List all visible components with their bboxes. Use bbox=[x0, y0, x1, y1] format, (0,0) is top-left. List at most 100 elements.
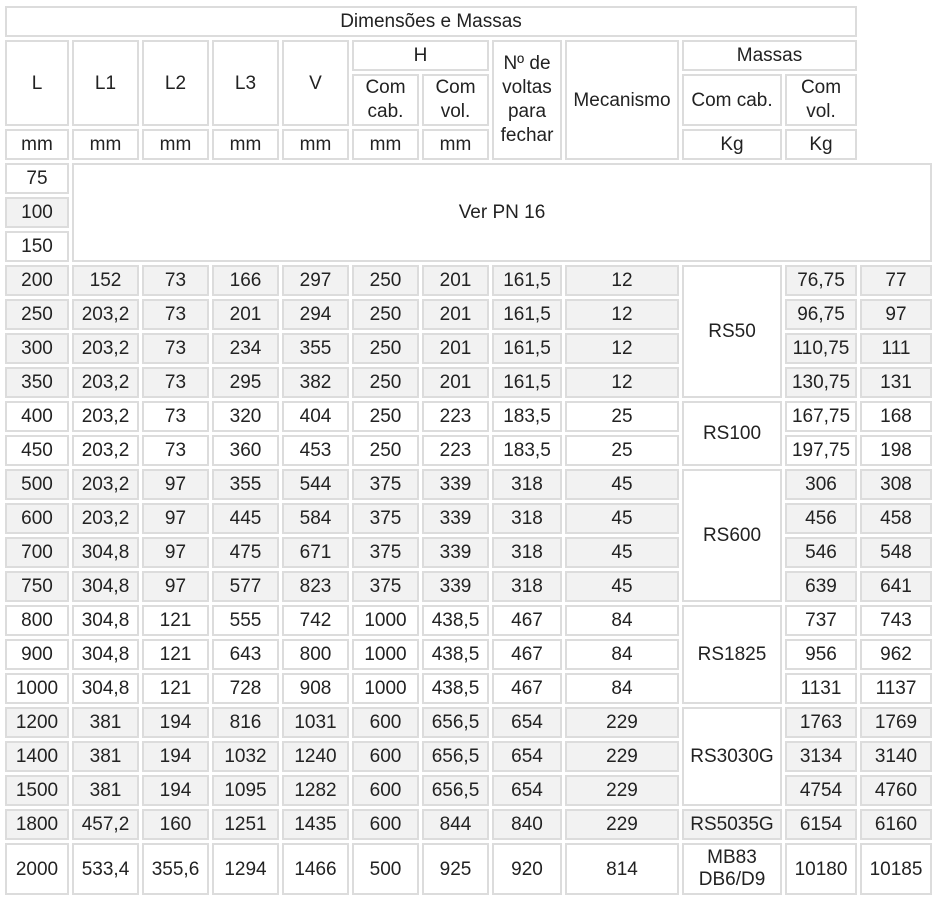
cell-V: 584 bbox=[282, 503, 349, 534]
cell-L: 1800 bbox=[5, 809, 69, 840]
cell-H-vol: 656,5 bbox=[422, 775, 489, 806]
cell-V: 294 bbox=[282, 299, 349, 330]
pn16-note: Ver PN 16 bbox=[72, 163, 932, 262]
cell-L2: 355,6 bbox=[142, 843, 209, 895]
cell-mecanismo: 814 bbox=[565, 843, 679, 895]
cell-L1: 203,2 bbox=[72, 401, 139, 432]
cell-L1: 533,4 bbox=[72, 843, 139, 895]
table-row: 1400 381 194 1032 1240 600 656,5 654 229 3134 3140 bbox=[5, 741, 932, 772]
cell-L1: 152 bbox=[72, 265, 139, 296]
cell-massa-cab: 1763 bbox=[785, 707, 857, 738]
cell-H-vol: 656,5 bbox=[422, 741, 489, 772]
cell-H-cab: 250 bbox=[352, 265, 419, 296]
cell-V: 742 bbox=[282, 605, 349, 636]
cell-massa-cab: 956 bbox=[785, 639, 857, 670]
cell-massa-vol: 97 bbox=[860, 299, 932, 330]
cell-mechanism-model: RS3030G bbox=[682, 707, 782, 806]
cell-L2: 97 bbox=[142, 537, 209, 568]
cell-H-vol: 844 bbox=[422, 809, 489, 840]
unit-L2: mm bbox=[142, 129, 209, 160]
header-massa-vol: Com vol. bbox=[785, 74, 857, 126]
header-L3: L3 bbox=[212, 40, 279, 126]
cell-L3: 728 bbox=[212, 673, 279, 704]
cell-massa-cab: 197,75 bbox=[785, 435, 857, 466]
cell-massa-vol: 548 bbox=[860, 537, 932, 568]
cell-H-cab: 600 bbox=[352, 775, 419, 806]
cell-L2: 121 bbox=[142, 673, 209, 704]
cell-L2: 97 bbox=[142, 571, 209, 602]
table-row: 300 203,2 73 234 355 250 201 161,5 12 110,75 111 bbox=[5, 333, 932, 364]
cell-mecanismo: 12 bbox=[565, 367, 679, 398]
cell-L: 900 bbox=[5, 639, 69, 670]
header-H-vol: Com vol. bbox=[422, 74, 489, 126]
cell-H-vol: 438,5 bbox=[422, 605, 489, 636]
pn16-size: 100 bbox=[5, 197, 69, 228]
cell-L3: 1032 bbox=[212, 741, 279, 772]
cell-L2: 73 bbox=[142, 333, 209, 364]
cell-massa-vol: 111 bbox=[860, 333, 932, 364]
cell-H-cab: 250 bbox=[352, 367, 419, 398]
table-row: 400 203,2 73 320 404 250 223 183,5 25 RS100 167,75… bbox=[5, 401, 932, 466]
cell-mecanismo: 84 bbox=[565, 605, 679, 636]
cell-H-vol: 925 bbox=[422, 843, 489, 895]
cell-H-cab: 1000 bbox=[352, 639, 419, 670]
cell-mecanismo: 84 bbox=[565, 639, 679, 670]
cell-L: 250 bbox=[5, 299, 69, 330]
unit-H-cab: mm bbox=[352, 129, 419, 160]
cell-L: 1200 bbox=[5, 707, 69, 738]
table-row: 1500 381 194 1095 1282 600 656,5 654 229 4754 4760 bbox=[5, 775, 932, 806]
cell-voltas: 467 bbox=[492, 605, 562, 636]
table-row: 700 304,8 97 475 671 375 339 318 45 546 548 bbox=[5, 537, 932, 568]
cell-mecanismo: 25 bbox=[565, 401, 679, 432]
cell-H-vol: 438,5 bbox=[422, 673, 489, 704]
cell-L: 300 bbox=[5, 333, 69, 364]
cell-L: 400 bbox=[5, 401, 69, 432]
cell-L3: 555 bbox=[212, 605, 279, 636]
cell-L: 750 bbox=[5, 571, 69, 602]
cell-voltas: 318 bbox=[492, 469, 562, 500]
table-title: Dimensões e Massas bbox=[5, 6, 857, 37]
cell-mechanism-model: MB83 DB6/D9 bbox=[682, 843, 782, 895]
cell-L3: 1095 bbox=[212, 775, 279, 806]
cell-mecanismo: 45 bbox=[565, 503, 679, 534]
cell-massa-vol: 4760 bbox=[860, 775, 932, 806]
cell-L: 500 bbox=[5, 469, 69, 500]
cell-H-cab: 600 bbox=[352, 741, 419, 772]
cell-V: 800 bbox=[282, 639, 349, 670]
cell-H-cab: 600 bbox=[352, 809, 419, 840]
cell-massa-vol: 10185 bbox=[860, 843, 932, 895]
cell-massa-vol: 168 bbox=[860, 401, 932, 432]
cell-massa-cab: 737 bbox=[785, 605, 857, 636]
cell-massa-vol: 1769 bbox=[860, 707, 932, 738]
cell-V: 382 bbox=[282, 367, 349, 398]
cell-voltas: 318 bbox=[492, 537, 562, 568]
cell-L2: 160 bbox=[142, 809, 209, 840]
cell-H-cab: 250 bbox=[352, 333, 419, 364]
cell-mecanismo: 45 bbox=[565, 469, 679, 500]
pn16-size: 150 bbox=[5, 231, 69, 262]
cell-H-vol: 223 bbox=[422, 401, 489, 432]
header-mecanismo: Mecanismo bbox=[565, 40, 679, 160]
cell-L3: 234 bbox=[212, 333, 279, 364]
cell-mecanismo: 12 bbox=[565, 265, 679, 296]
cell-massa-cab: 1131 bbox=[785, 673, 857, 704]
cell-L3: 201 bbox=[212, 299, 279, 330]
cell-L3: 355 bbox=[212, 469, 279, 500]
cell-massa-cab: 167,75 bbox=[785, 401, 857, 432]
cell-H-vol: 201 bbox=[422, 265, 489, 296]
cell-L: 200 bbox=[5, 265, 69, 296]
unit-L3: mm bbox=[212, 129, 279, 160]
cell-H-cab: 250 bbox=[352, 435, 419, 466]
cell-voltas: 467 bbox=[492, 639, 562, 670]
cell-L3: 643 bbox=[212, 639, 279, 670]
cell-L1: 304,8 bbox=[72, 537, 139, 568]
header-voltas: Nº de voltas para fechar bbox=[492, 40, 562, 160]
cell-voltas: 840 bbox=[492, 809, 562, 840]
cell-H-vol: 201 bbox=[422, 299, 489, 330]
cell-V: 823 bbox=[282, 571, 349, 602]
unit-V: mm bbox=[282, 129, 349, 160]
cell-V: 1282 bbox=[282, 775, 349, 806]
header-massa-cab: Com cab. bbox=[682, 74, 782, 126]
cell-voltas: 920 bbox=[492, 843, 562, 895]
cell-V: 453 bbox=[282, 435, 349, 466]
